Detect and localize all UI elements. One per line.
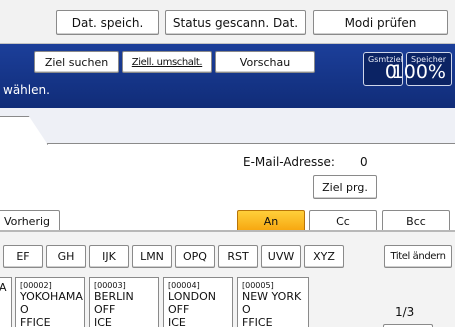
to-label: An bbox=[263, 215, 279, 228]
index-tab-xyz[interactable]: XYZ bbox=[304, 245, 344, 268]
search-destination-label: Ziel suchen bbox=[44, 55, 109, 69]
top-toolbar: Dat. speich. Status gescann. Dat. Modi p… bbox=[0, 0, 455, 44]
index-tab-label: OPQ bbox=[183, 250, 207, 263]
index-tab-uvw[interactable]: UVW bbox=[261, 245, 301, 268]
destination-name-line2: FFICE bbox=[20, 316, 51, 327]
index-tab-label: GH bbox=[57, 250, 75, 263]
bcc-label: Bcc bbox=[406, 215, 426, 228]
index-tab-gh[interactable]: GH bbox=[46, 245, 86, 268]
destination-key[interactable]: [00002] YOKOHAMA O FFICE bbox=[15, 277, 85, 327]
switch-destination-list-label: Ziell. umschalt. bbox=[131, 56, 203, 68]
index-tab-opq[interactable]: OPQ bbox=[175, 245, 215, 268]
change-title-button[interactable]: Titel ändern bbox=[384, 245, 452, 268]
destination-name-line1: YOKOHAMA O bbox=[20, 290, 83, 316]
email-address-label: E-Mail-Adresse: bbox=[243, 155, 335, 169]
memory-counter: Speicher 100% bbox=[392, 52, 452, 86]
email-address-count: 0 bbox=[360, 155, 368, 169]
destination-tab[interactable] bbox=[0, 116, 48, 145]
status-message: wählen. bbox=[3, 83, 50, 97]
destination-number: [00002] bbox=[20, 281, 52, 290]
index-tab-rst[interactable]: RST bbox=[218, 245, 258, 268]
index-tab-ijk[interactable]: IJK bbox=[89, 245, 129, 268]
index-tab-label: XYZ bbox=[313, 250, 335, 263]
preview-button[interactable]: Vorschau bbox=[215, 51, 315, 73]
index-tab-label: LMN bbox=[140, 250, 164, 263]
destination-name-line1: A bbox=[0, 281, 7, 294]
scanned-files-status-label: Status gescann. Dat. bbox=[172, 15, 299, 30]
destination-key[interactable]: [00005] NEW YORK O FFICE bbox=[237, 277, 309, 327]
program-destination-button[interactable]: Ziel prg. bbox=[313, 175, 377, 199]
destination-name-line1: BERLIN OFF bbox=[94, 290, 134, 316]
memory-value: 100% bbox=[391, 61, 446, 83]
scanned-files-status-button[interactable]: Status gescann. Dat. bbox=[165, 10, 306, 35]
switch-destination-list-button[interactable]: Ziell. umschalt. bbox=[122, 51, 212, 73]
destination-key[interactable]: [00004] LONDON OFF ICE bbox=[163, 277, 233, 327]
cc-label: Cc bbox=[336, 215, 350, 228]
previous-label: Vorherig bbox=[3, 215, 51, 228]
destination-name-line1: NEW YORK O bbox=[242, 290, 302, 316]
index-tab-label: IJK bbox=[102, 250, 116, 263]
store-file-label: Dat. speich. bbox=[71, 15, 144, 30]
change-title-label: Titel ändern bbox=[390, 251, 446, 262]
destination-tab-row bbox=[0, 108, 455, 145]
destination-name-line1: LONDON OFF bbox=[168, 290, 216, 316]
destination-number: [00004] bbox=[168, 281, 200, 290]
destination-name-line2: ICE bbox=[168, 316, 186, 327]
destination-key[interactable]: [00003] BERLIN OFF ICE bbox=[89, 277, 159, 327]
destination-number: [00005] bbox=[242, 281, 274, 290]
destination-number: [00003] bbox=[94, 281, 126, 290]
destination-list-area: EF GH IJK LMN OPQ RST UVW XYZ Titel ände… bbox=[0, 232, 455, 327]
search-destination-button[interactable]: Ziel suchen bbox=[34, 51, 119, 73]
index-tab-label: RST bbox=[227, 250, 249, 263]
destination-name-line2: ICE bbox=[94, 316, 112, 327]
preview-label: Vorschau bbox=[239, 55, 291, 69]
destination-key[interactable]: A bbox=[0, 277, 12, 327]
status-bar: Ziel suchen Ziell. umschalt. Vorschau wä… bbox=[0, 44, 455, 108]
index-tab-lmn[interactable]: LMN bbox=[132, 245, 172, 268]
check-modes-label: Modi prüfen bbox=[344, 15, 417, 30]
store-file-button[interactable]: Dat. speich. bbox=[56, 10, 159, 35]
index-tab-label: EF bbox=[16, 250, 30, 263]
index-tab-label: UVW bbox=[267, 250, 295, 263]
page-indicator: 1/3 bbox=[395, 305, 415, 319]
email-area: E-Mail-Adresse: 0 Ziel prg. Vorherig An … bbox=[0, 145, 455, 233]
program-destination-label: Ziel prg. bbox=[322, 180, 368, 194]
check-modes-button[interactable]: Modi prüfen bbox=[313, 10, 448, 35]
index-tab-ef[interactable]: EF bbox=[3, 245, 43, 268]
destination-name-line2: FFICE bbox=[242, 316, 273, 327]
